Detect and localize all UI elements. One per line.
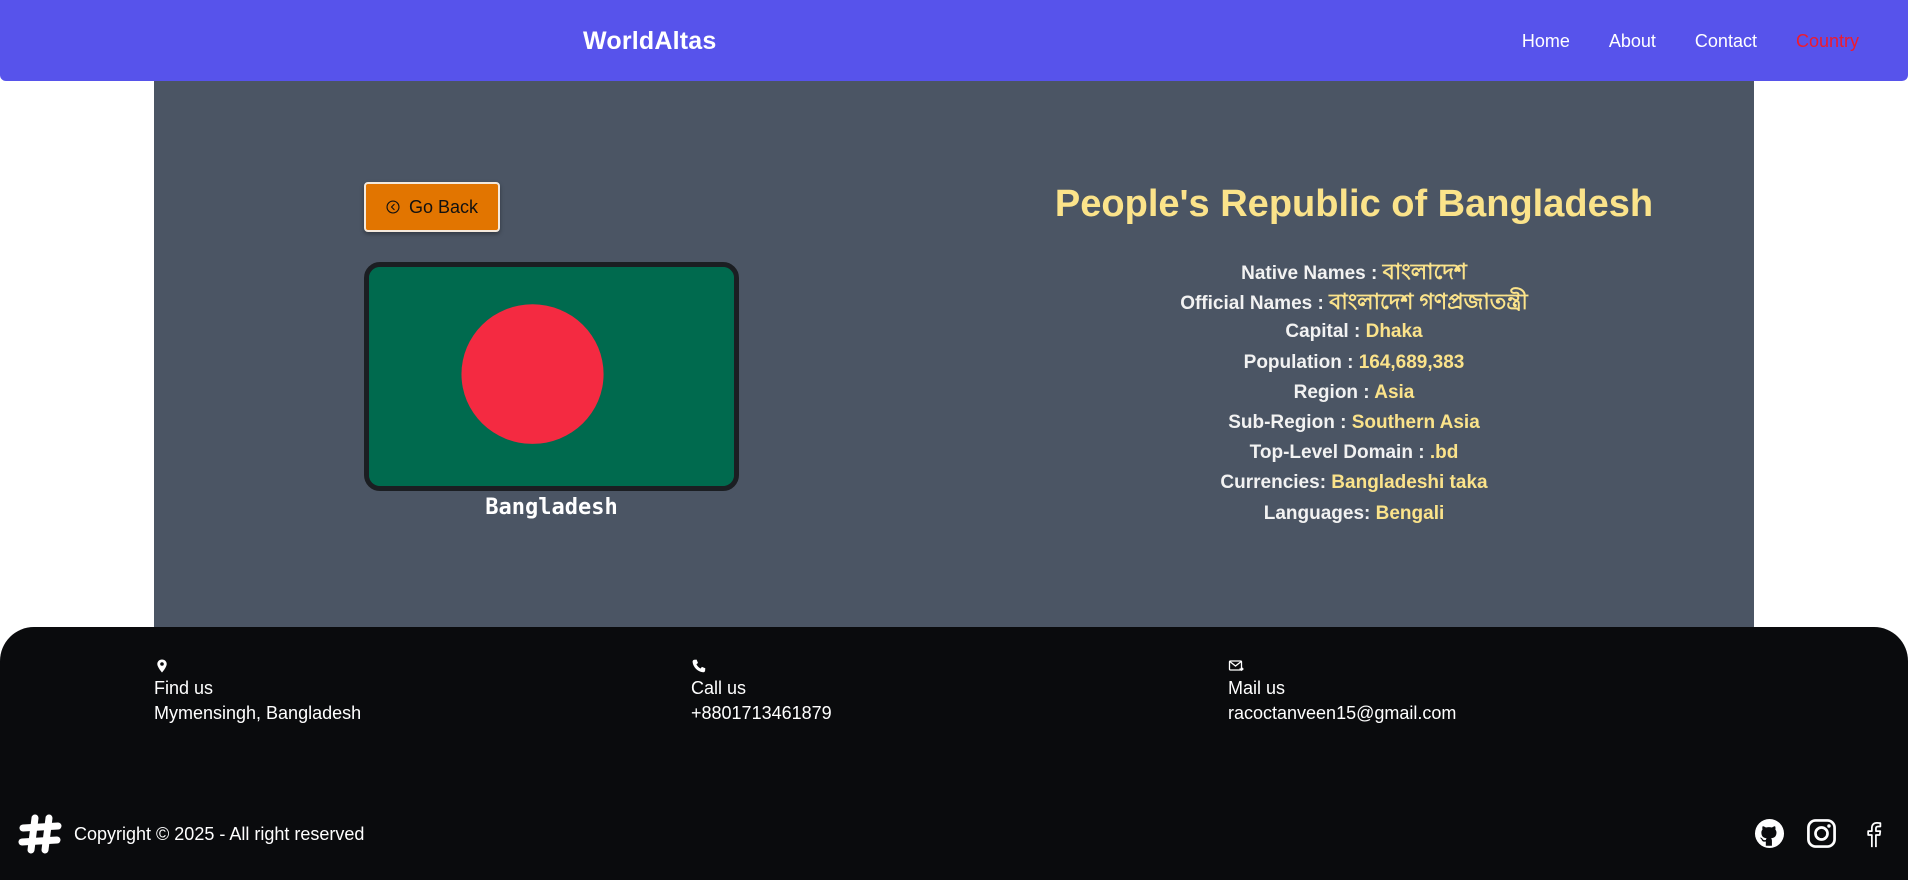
phone-icon	[692, 659, 706, 673]
site-footer: Find us Mymensingh, Bangladesh Call us +…	[0, 627, 1908, 880]
go-back-button[interactable]: Go Back	[364, 182, 500, 232]
top-navbar: WorldAltas Home About Contact Country	[0, 0, 1908, 81]
map-pin-icon	[157, 659, 167, 673]
detail-capital: Capital : Dhaka	[1285, 321, 1423, 343]
country-official-title: People's Republic of Bangladesh	[1054, 183, 1654, 225]
detail-sub-region: Sub-Region : Southern Asia	[1228, 411, 1480, 433]
nav-link-country[interactable]: Country	[1796, 31, 1859, 52]
nav-link-home[interactable]: Home	[1522, 31, 1570, 52]
mail-us-title: Mail us	[1228, 678, 1286, 698]
footer-mail-us: Mail us racoctanveen15@gmail.com	[1228, 658, 1456, 726]
main-nav: Home About Contact Country	[1522, 31, 1859, 52]
detail-languages: Languages: Bengali	[1263, 502, 1445, 524]
instagram-icon[interactable]	[1806, 818, 1837, 849]
mail-icon	[1228, 660, 1244, 672]
country-common-name: Bangladesh	[485, 495, 618, 520]
detail-region: Region : Asia	[1293, 381, 1415, 403]
go-back-label: Go Back	[408, 196, 479, 217]
detail-official-names: Official Names : বাংলাদেশ গণপ্রজাতন্ত্রী	[1180, 289, 1528, 315]
detail-native-names: Native Names : বাংলাদেশ	[1241, 259, 1467, 284]
nav-link-about[interactable]: About	[1609, 31, 1656, 52]
nav-link-contact[interactable]: Contact	[1695, 31, 1757, 52]
hash-logo-icon	[18, 814, 62, 854]
find-us-title: Find us	[154, 678, 214, 698]
mail-us-text[interactable]: racoctanveen15@gmail.com	[1228, 701, 1456, 726]
country-flag-image	[364, 262, 739, 491]
footer-call-us: Call us +8801713461879	[691, 658, 832, 726]
copyright-block: Copyright © 2025 - All right reserved	[18, 812, 364, 856]
country-detail-panel: Go Back Bangladesh People's Republic of …	[154, 81, 1754, 627]
detail-top-level-domain: Top-Level Domain : .bd	[1249, 442, 1459, 464]
github-icon[interactable]	[1754, 818, 1785, 849]
detail-population: Population : 164,689,383	[1243, 351, 1465, 373]
social-links	[1754, 818, 1889, 849]
call-us-title: Call us	[691, 678, 747, 698]
detail-currencies: Currencies: Bangladeshi taka	[1220, 472, 1488, 494]
bangladesh-flag	[369, 267, 734, 486]
footer-find-us: Find us Mymensingh, Bangladesh	[154, 658, 361, 726]
call-us-text[interactable]: +8801713461879	[691, 701, 832, 726]
country-details-list: Native Names : বাংলাদেশ Official Names :…	[954, 257, 1754, 529]
find-us-text: Mymensingh, Bangladesh	[154, 703, 362, 723]
facebook-icon[interactable]	[1858, 818, 1889, 849]
circle-chevron-left-icon	[386, 200, 400, 214]
copyright-text: Copyright © 2025 - All right reserved	[74, 823, 365, 844]
brand-logo-text[interactable]: WorldAltas	[583, 27, 717, 56]
